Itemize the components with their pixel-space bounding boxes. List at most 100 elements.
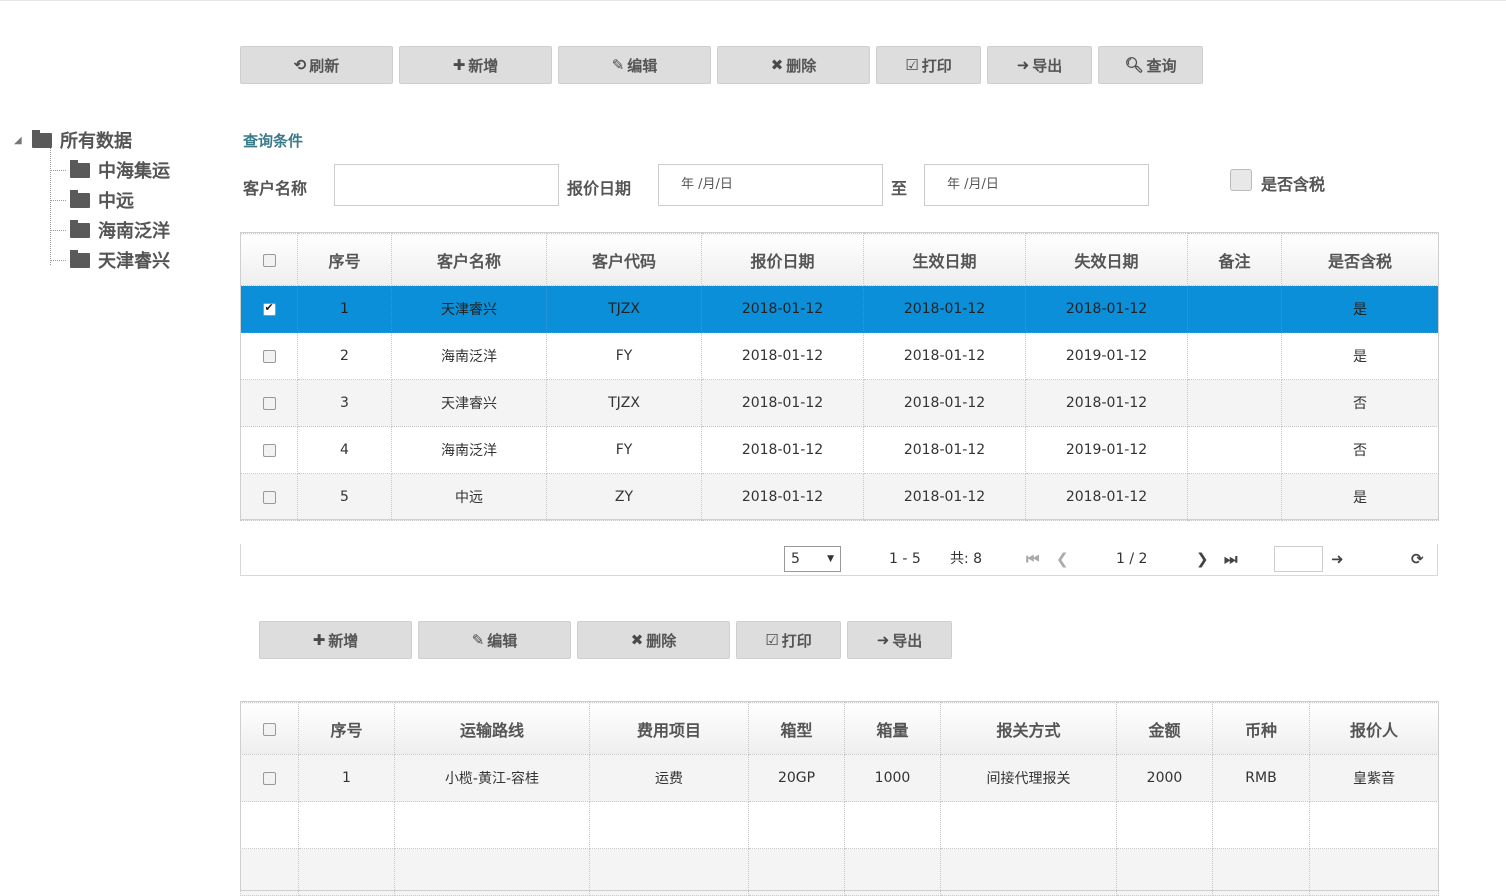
prev-page-icon[interactable]: ❮	[1056, 544, 1069, 574]
goto-arrow-icon[interactable]: ➜	[1331, 544, 1344, 574]
record-range: 1 - 5	[889, 551, 921, 567]
detail-edit-button[interactable]: ✎ 编辑	[418, 621, 571, 659]
table-row-empty	[240, 848, 1439, 896]
detail-export-button[interactable]: ➜ 导出	[847, 621, 952, 659]
row-checkbox[interactable]	[262, 443, 276, 457]
cell-remark	[1187, 426, 1282, 474]
select-all-cell[interactable]	[240, 702, 299, 755]
customer-name-input[interactable]	[334, 164, 559, 206]
row-checkbox[interactable]	[262, 301, 276, 316]
column-header[interactable]: 客户代码	[546, 233, 702, 286]
cell-effective-date: 2018-01-12	[863, 473, 1026, 521]
detail-delete-button[interactable]: ✖ 删除	[577, 621, 730, 659]
edit-icon: ✎	[471, 631, 485, 649]
column-header[interactable]: 箱量	[844, 702, 941, 755]
cell-effective-date: 2018-01-12	[863, 379, 1026, 427]
cell-expire-date: 2018-01-12	[1025, 473, 1188, 521]
cell-route: 小榄-黄江-容桂	[394, 754, 590, 802]
refresh-button[interactable]: ⟲ 刷新	[240, 46, 393, 84]
column-header[interactable]: 箱型	[748, 702, 845, 755]
column-header[interactable]: 客户名称	[391, 233, 547, 286]
tree-node-child[interactable]: 中海集运	[14, 155, 170, 185]
column-header[interactable]: 序号	[297, 233, 392, 286]
tree-node-child[interactable]: 中远	[14, 185, 170, 215]
column-header[interactable]: 失效日期	[1025, 233, 1188, 286]
collapse-toggle-icon[interactable]: ◢	[14, 135, 28, 146]
tax-included-checkbox[interactable]	[1230, 169, 1252, 191]
to-label: 至	[891, 179, 908, 198]
cell-quote-date: 2018-01-12	[701, 473, 864, 521]
print-button[interactable]: ☑ 打印	[876, 46, 981, 84]
cell-customer-name: 海南泛洋	[391, 332, 547, 380]
row-checkbox[interactable]	[263, 771, 276, 785]
reload-icon[interactable]: ⟳	[1411, 544, 1424, 574]
table-row[interactable]: 5 中远 ZY 2018-01-12 2018-01-12 2018-01-12…	[240, 473, 1439, 521]
cell-no: 4	[297, 426, 392, 474]
tree-node-root[interactable]: ◢ 所有数据	[14, 125, 170, 155]
date-from-input[interactable]: 年 /月/日	[658, 164, 883, 206]
delete-button[interactable]: ✖ 删除	[717, 46, 870, 84]
cell-amount: 2000	[1116, 754, 1213, 802]
quote-table: 序号 客户名称 客户代码 报价日期 生效日期 失效日期 备注 是否含税 1 天津…	[240, 233, 1439, 521]
cell-no: 5	[297, 473, 392, 521]
cell-customer-code: FY	[546, 332, 702, 380]
tree-node-child[interactable]: 海南泛洋	[14, 215, 170, 245]
cell-tax: 是	[1281, 285, 1439, 333]
table-row[interactable]: 2 海南泛洋 FY 2018-01-12 2018-01-12 2019-01-…	[240, 332, 1439, 380]
customer-name-label: 客户名称	[243, 179, 308, 198]
folder-icon	[32, 129, 52, 148]
row-checkbox[interactable]	[262, 349, 276, 363]
select-all-checkbox[interactable]	[262, 254, 276, 267]
main-toolbar: ⟲ 刷新 ✚ 新增 ✎ 编辑 ✖ 删除 ☑ 打印 ➜ 导出 🔍︎ 查询	[240, 46, 1203, 84]
next-page-icon[interactable]: ❯	[1196, 544, 1209, 574]
detail-print-button[interactable]: ☑ 打印	[736, 621, 841, 659]
cell-effective-date: 2018-01-12	[863, 285, 1026, 333]
select-all-checkbox[interactable]	[263, 723, 276, 736]
export-arrow-icon: ➜	[1016, 56, 1030, 74]
cell-tax: 是	[1281, 332, 1439, 380]
column-header[interactable]: 报关方式	[940, 702, 1117, 755]
page-size-select[interactable]: 5 ▼	[784, 546, 841, 572]
column-header[interactable]: 费用项目	[589, 702, 749, 755]
table-row[interactable]: 4 海南泛洋 FY 2018-01-12 2018-01-12 2019-01-…	[240, 426, 1439, 474]
cell-quote-date: 2018-01-12	[701, 332, 864, 380]
delete-icon: ✖	[630, 631, 644, 649]
table-row[interactable]: 1 小榄-黄江-容桂 运费 20GP 1000 间接代理报关 2000 RMB …	[240, 754, 1439, 802]
detail-add-button[interactable]: ✚ 新增	[259, 621, 412, 659]
column-header[interactable]: 序号	[298, 702, 395, 755]
add-button[interactable]: ✚ 新增	[399, 46, 552, 84]
cell-expire-date: 2019-01-12	[1025, 332, 1188, 380]
column-header[interactable]: 运输路线	[394, 702, 590, 755]
column-header[interactable]: 生效日期	[863, 233, 1026, 286]
last-page-icon[interactable]: ⏭	[1224, 544, 1238, 574]
cell-customer-name: 中远	[391, 473, 547, 521]
column-header[interactable]: 是否含税	[1281, 233, 1439, 286]
tree-node-child[interactable]: 天津睿兴	[14, 245, 170, 275]
column-header[interactable]: 金额	[1116, 702, 1213, 755]
row-checkbox[interactable]	[262, 396, 276, 410]
table-header-row: 序号 运输路线 费用项目 箱型 箱量 报关方式 金额 币种 报价人	[240, 702, 1439, 755]
quote-date-label: 报价日期	[567, 179, 632, 198]
cell-expire-date: 2018-01-12	[1025, 285, 1188, 333]
delete-icon: ✖	[770, 56, 784, 74]
edit-button[interactable]: ✎ 编辑	[558, 46, 711, 84]
column-header[interactable]: 报价日期	[701, 233, 864, 286]
column-header[interactable]: 备注	[1187, 233, 1282, 286]
row-checkbox[interactable]	[262, 490, 276, 504]
refresh-icon: ⟲	[293, 56, 307, 74]
search-button[interactable]: 🔍︎ 查询	[1098, 46, 1203, 84]
print-check-icon: ☑	[765, 631, 779, 649]
goto-page-input[interactable]	[1274, 546, 1323, 572]
select-all-cell[interactable]	[240, 233, 298, 286]
export-button[interactable]: ➜ 导出	[987, 46, 1092, 84]
cell-no: 1	[298, 754, 395, 802]
record-total: 共: 8	[950, 551, 983, 567]
folder-icon	[70, 219, 90, 238]
date-to-input[interactable]: 年 /月/日	[924, 164, 1149, 206]
cell-no: 2	[297, 332, 392, 380]
column-header[interactable]: 币种	[1212, 702, 1310, 755]
column-header[interactable]: 报价人	[1309, 702, 1439, 755]
first-page-icon[interactable]: ⏮	[1026, 544, 1040, 574]
table-row[interactable]: 3 天津睿兴 TJZX 2018-01-12 2018-01-12 2018-0…	[240, 379, 1439, 427]
table-row[interactable]: 1 天津睿兴 TJZX 2018-01-12 2018-01-12 2018-0…	[240, 285, 1439, 333]
